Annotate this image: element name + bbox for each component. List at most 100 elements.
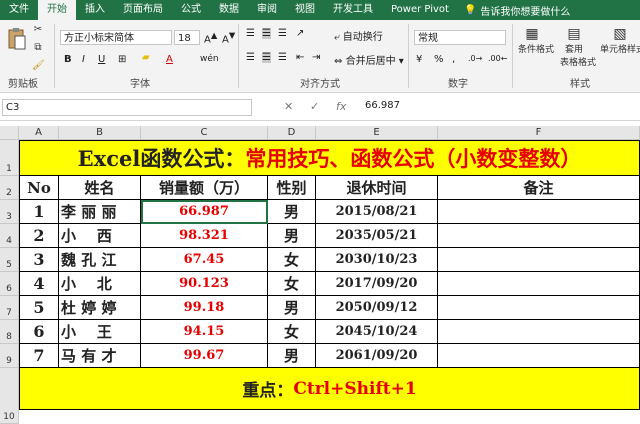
row-header-2[interactable]: 2 xyxy=(0,176,19,200)
cell-remarks[interactable] xyxy=(438,248,640,272)
increase-decimal-icon[interactable]: .0→ xyxy=(468,54,482,63)
cell-sales[interactable]: 99.67 xyxy=(141,344,268,368)
phonetic-icon[interactable]: wén xyxy=(200,54,219,64)
cell-remarks[interactable] xyxy=(438,200,640,224)
tab-developer[interactable]: 开发工具 xyxy=(324,0,382,20)
cell-gender[interactable]: 男 xyxy=(268,200,316,224)
header-name[interactable]: 姓名 xyxy=(59,176,141,200)
cell-name[interactable]: 李 丽 丽 xyxy=(59,200,141,224)
cell-styles-button[interactable]: ▧ 单元格样式 xyxy=(600,26,640,55)
tab-power-pivot[interactable]: Power Pivot xyxy=(382,0,458,20)
column-header-a[interactable]: A xyxy=(19,126,59,140)
cell-name[interactable]: 马 有 才 xyxy=(59,344,141,368)
font-color-button[interactable]: A xyxy=(166,54,173,65)
font-size-select[interactable]: 18 xyxy=(174,30,200,45)
tab-view[interactable]: 视图 xyxy=(286,0,324,20)
tab-formulas[interactable]: 公式 xyxy=(172,0,210,20)
cell-name[interactable]: 小 北 xyxy=(59,272,141,296)
tab-insert[interactable]: 插入 xyxy=(76,0,114,20)
cell-sales[interactable]: 98.321 xyxy=(141,224,268,248)
merge-center-button[interactable]: ⇔ 合并后居中 ▾ xyxy=(334,52,404,67)
row-header-6[interactable]: 6 xyxy=(0,272,19,296)
cancel-icon[interactable]: ✕ xyxy=(284,100,293,113)
font-name-select[interactable]: 方正小标宋简体 xyxy=(60,30,172,45)
cell-gender[interactable]: 女 xyxy=(268,320,316,344)
cell-sales[interactable]: 99.18 xyxy=(141,296,268,320)
column-header-d[interactable]: D xyxy=(268,126,316,140)
tab-review[interactable]: 审阅 xyxy=(248,0,286,20)
row-header-8[interactable]: 8 xyxy=(0,320,19,344)
cell-retire-date[interactable]: 2035/05/21 xyxy=(316,224,438,248)
decrease-indent-icon[interactable]: ⇤ xyxy=(296,52,304,63)
cell-retire-date[interactable]: 2061/09/20 xyxy=(316,344,438,368)
grow-font-icon[interactable]: A▲ xyxy=(204,30,217,45)
cell-retire-date[interactable]: 2050/09/12 xyxy=(316,296,438,320)
insert-function-icon[interactable]: fx xyxy=(336,100,346,113)
cell-remarks[interactable] xyxy=(438,224,640,248)
cell-retire-date[interactable]: 2045/10/24 xyxy=(316,320,438,344)
cell-no[interactable]: 2 xyxy=(19,224,59,248)
cell-gender[interactable]: 女 xyxy=(268,248,316,272)
row-header-9[interactable]: 9 xyxy=(0,344,19,368)
cell-name[interactable]: 杜 婷 婷 xyxy=(59,296,141,320)
cell-no[interactable]: 4 xyxy=(19,272,59,296)
column-header-c[interactable]: C xyxy=(141,126,268,140)
cell-sales[interactable]: 67.45 xyxy=(141,248,268,272)
cell-sales[interactable]: 90.123 xyxy=(141,272,268,296)
align-center-icon[interactable]: ☰ xyxy=(262,52,271,63)
header-gender[interactable]: 性别 xyxy=(268,176,316,200)
tab-page-layout[interactable]: 页面布局 xyxy=(114,0,172,20)
header-no[interactable]: No xyxy=(19,176,59,200)
footer-cell[interactable]: 重点： Ctrl+Shift+1 xyxy=(19,368,640,410)
cell-retire-date[interactable]: 2030/10/23 xyxy=(316,248,438,272)
column-header-e[interactable]: E xyxy=(316,126,438,140)
orientation-icon[interactable]: ↗ xyxy=(296,28,304,39)
cell-no[interactable]: 3 xyxy=(19,248,59,272)
increase-indent-icon[interactable]: ⇥ xyxy=(312,52,320,63)
italic-button[interactable]: I xyxy=(82,54,85,65)
decrease-decimal-icon[interactable]: .00← xyxy=(488,54,507,63)
underline-button[interactable]: U xyxy=(98,54,105,65)
cut-icon[interactable]: ✂ xyxy=(32,24,44,35)
cell-sales[interactable]: 94.15 xyxy=(141,320,268,344)
cell-gender[interactable]: 男 xyxy=(268,224,316,248)
paste-icon[interactable] xyxy=(6,26,28,56)
cell-gender[interactable]: 女 xyxy=(268,272,316,296)
copy-icon[interactable]: ⧉ xyxy=(32,42,44,53)
format-painter-icon[interactable]: 🖌 xyxy=(32,60,45,71)
row-header-1[interactable]: 1 xyxy=(0,140,19,176)
percent-button[interactable]: % xyxy=(434,54,444,65)
cell-remarks[interactable] xyxy=(438,320,640,344)
confirm-icon[interactable]: ✓ xyxy=(310,100,319,113)
currency-icon[interactable]: ¥ xyxy=(416,54,422,65)
tab-data[interactable]: 数据 xyxy=(210,0,248,20)
cell-retire-date[interactable]: 2017/09/20 xyxy=(316,272,438,296)
name-box[interactable]: C3 xyxy=(2,99,252,116)
column-header-b[interactable]: B xyxy=(59,126,141,140)
cell-no[interactable]: 6 xyxy=(19,320,59,344)
cell-name[interactable]: 小 王 xyxy=(59,320,141,344)
conditional-format-button[interactable]: ▦ 条件格式 xyxy=(518,26,554,55)
borders-icon[interactable]: ⊞ xyxy=(118,54,126,65)
title-cell[interactable]: Excel函数公式： 常用技巧、函数公式（小数变整数） xyxy=(19,140,640,176)
fill-color-icon[interactable]: ▰ xyxy=(142,52,150,63)
cell-name[interactable]: 魏 孔 江 xyxy=(59,248,141,272)
format-as-table-button[interactable]: ▤ 套用 表格格式 xyxy=(560,26,596,68)
cell-retire-date[interactable]: 2015/08/21 xyxy=(316,200,438,224)
tab-home[interactable]: 开始 xyxy=(38,0,76,20)
bold-button[interactable]: B xyxy=(64,54,72,65)
cell-remarks[interactable] xyxy=(438,344,640,368)
comma-button[interactable]: , xyxy=(452,54,455,65)
align-right-icon[interactable]: ☰ xyxy=(278,52,287,63)
align-left-icon[interactable]: ☰ xyxy=(246,52,255,63)
header-retire-date[interactable]: 退休时间 xyxy=(316,176,438,200)
top-align-icon[interactable]: ☰ xyxy=(246,28,255,39)
select-all-corner[interactable] xyxy=(0,126,19,140)
cell-no[interactable]: 7 xyxy=(19,344,59,368)
row-header-4[interactable]: 4 xyxy=(0,224,19,248)
cell-remarks[interactable] xyxy=(438,296,640,320)
middle-align-icon[interactable]: ☰ xyxy=(262,28,271,39)
cell-gender[interactable]: 男 xyxy=(268,296,316,320)
cell-sales-selected[interactable]: 66.987 xyxy=(141,200,268,224)
header-sales[interactable]: 销量额（万） xyxy=(141,176,268,200)
